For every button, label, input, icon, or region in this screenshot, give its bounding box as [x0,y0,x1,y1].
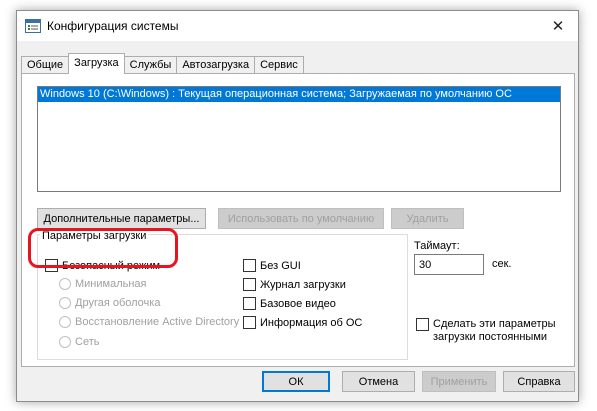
apply-button[interactable]: Применить [422,371,496,392]
network-radio[interactable]: Сеть [59,336,99,348]
radio-circle[interactable] [59,278,71,290]
no-gui-label: Без GUI [260,259,301,272]
window-title: Конфигурация системы [47,19,179,33]
os-list-item[interactable]: Windows 10 (C:\Windows) : Текущая операц… [38,87,560,102]
radio-circle[interactable] [59,316,71,328]
set-default-button[interactable]: Использовать по умолчанию [218,208,384,229]
ok-button[interactable]: ОК [262,371,330,392]
checkbox-box[interactable] [243,297,256,310]
checkbox-box[interactable] [416,318,429,331]
make-permanent-checkbox[interactable]: Сделать эти параметры загрузки постоянны… [416,318,556,344]
network-label: Сеть [75,336,100,348]
boot-log-label: Журнал загрузки [260,278,346,291]
ad-repair-label: Восстановление Active Directory [75,316,240,328]
tab-tools[interactable]: Сервис [254,56,304,74]
os-list[interactable]: Windows 10 (C:\Windows) : Текущая операц… [37,86,561,192]
os-info-label: Информация об ОС [260,316,363,329]
minimal-radio[interactable]: Минимальная [59,278,147,290]
timeout-unit-label: сек. [492,258,512,270]
timeout-label: Таймаут: [414,240,460,252]
checkbox-box[interactable] [243,259,256,272]
os-info-checkbox[interactable]: Информация об ОС [243,316,362,329]
minimal-label: Минимальная [75,278,147,290]
close-button[interactable]: ✕ [538,11,578,41]
cancel-button[interactable]: Отмена [342,371,415,392]
tab-general[interactable]: Общие [21,56,70,74]
tab-startup[interactable]: Автозагрузка [176,56,256,74]
title-bar[interactable]: Конфигурация системы ✕ [17,11,578,41]
tab-boot[interactable]: Загрузка [68,53,125,74]
base-video-label: Базовое видео [260,297,336,310]
tab-strip: Общие Загрузка Службы Автозагрузка Серви… [21,53,304,74]
make-permanent-line1: Сделать эти параметры [433,318,556,330]
help-button[interactable]: Справка [503,371,575,392]
close-icon: ✕ [551,18,565,35]
ad-repair-radio[interactable]: Восстановление Active Directory [59,316,239,328]
base-video-checkbox[interactable]: Базовое видео [243,297,336,310]
timeout-input[interactable] [414,254,484,275]
advanced-options-button[interactable]: Дополнительные параметры... [37,208,206,229]
alternate-shell-radio[interactable]: Другая оболочка [59,297,160,309]
boot-tab-panel: Windows 10 (C:\Windows) : Текущая операц… [21,73,575,367]
tab-services[interactable]: Службы [123,56,178,74]
delete-button[interactable]: Удалить [391,208,464,229]
checkbox-box[interactable] [243,316,256,329]
alternate-shell-label: Другая оболочка [75,297,161,309]
make-permanent-line2: загрузки постоянными [433,331,548,343]
checkbox-box[interactable] [243,278,256,291]
radio-circle[interactable] [59,297,71,309]
no-gui-checkbox[interactable]: Без GUI [243,259,301,272]
msconfig-icon [25,19,41,33]
radio-circle[interactable] [59,336,71,348]
make-permanent-label: Сделать эти параметры загрузки постоянны… [433,318,556,344]
safe-mode-highlight-ring [28,228,178,268]
system-configuration-window: Конфигурация системы ✕ Общие Загрузка Сл… [16,10,579,402]
boot-log-checkbox[interactable]: Журнал загрузки [243,278,346,291]
